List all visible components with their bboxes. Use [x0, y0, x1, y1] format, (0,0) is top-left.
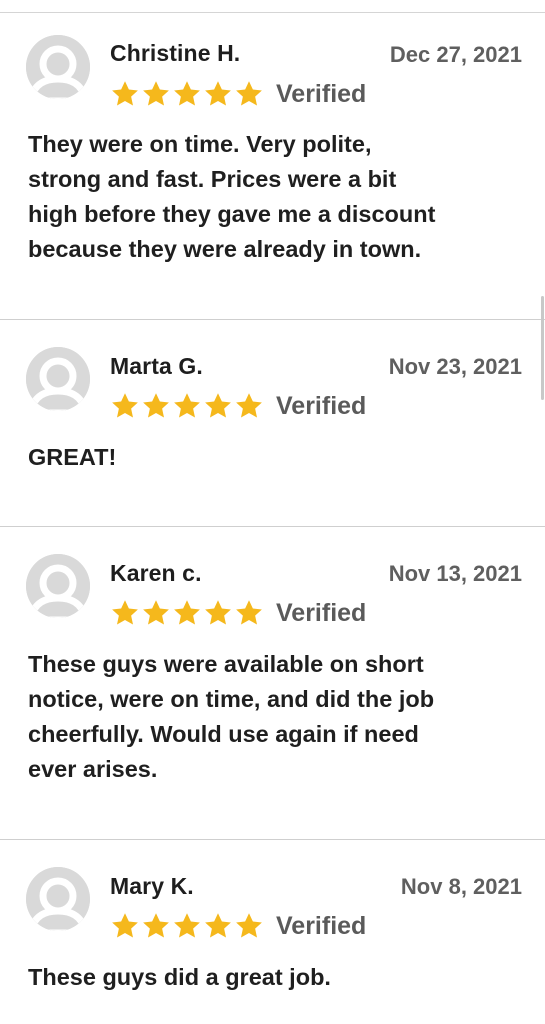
- star-icon: [174, 81, 200, 106]
- review-text: They were on time. Very polite, strong a…: [28, 131, 436, 262]
- review-date: Dec 27, 2021: [389, 42, 522, 67]
- star-rating: [110, 391, 265, 421]
- star-icon: [236, 393, 262, 418]
- star-icon: [205, 600, 231, 625]
- verified-badge: Verified: [276, 912, 367, 940]
- star-rating: [110, 911, 265, 941]
- star-icon: [143, 600, 169, 625]
- review-card: Karen c. Nov 13, 2021 Verified These guy…: [0, 527, 545, 840]
- star-icon: [174, 913, 200, 938]
- reviewer-name: Marta G.: [110, 353, 203, 379]
- review-date: Nov 23, 2021: [388, 354, 522, 379]
- star-icon: [236, 600, 262, 625]
- star-icon: [143, 913, 169, 938]
- review-text: GREAT!: [28, 444, 117, 470]
- user-avatar-icon: [26, 867, 90, 931]
- reviewer-name: Karen c.: [110, 560, 202, 586]
- user-avatar-icon: [26, 347, 90, 411]
- review-date: Nov 13, 2021: [388, 561, 522, 586]
- star-icon: [143, 393, 169, 418]
- verified-badge: Verified: [276, 80, 367, 108]
- star-icon: [174, 393, 200, 418]
- star-rating: [110, 79, 265, 109]
- review-date: Nov 8, 2021: [400, 874, 522, 899]
- review-text: These guys did a great job.: [28, 964, 331, 990]
- user-avatar-icon: [26, 35, 90, 99]
- review-card: Christine H. Dec 27, 2021 Verified They …: [0, 0, 545, 320]
- verified-badge: Verified: [276, 599, 367, 627]
- star-icon: [143, 81, 169, 106]
- review-card: Mary K. Nov 8, 2021 Verified These guys …: [0, 840, 545, 1024]
- star-icon: [205, 913, 231, 938]
- star-icon: [112, 913, 138, 938]
- star-icon: [112, 81, 138, 106]
- scrollbar-thumb[interactable]: [541, 296, 544, 400]
- star-icon: [112, 393, 138, 418]
- star-icon: [112, 600, 138, 625]
- star-icon: [205, 81, 231, 106]
- review-text: These guys were available on short notic…: [28, 651, 435, 782]
- reviewer-name: Mary K.: [110, 873, 194, 899]
- star-icon: [236, 913, 262, 938]
- verified-badge: Verified: [276, 392, 367, 420]
- review-card: Marta G. Nov 23, 2021 Verified GREAT!: [0, 320, 545, 527]
- star-icon: [236, 81, 262, 106]
- star-rating: [110, 598, 265, 628]
- user-avatar-icon: [26, 554, 90, 618]
- star-icon: [174, 600, 200, 625]
- star-icon: [205, 393, 231, 418]
- reviewer-name: Christine H.: [110, 40, 241, 66]
